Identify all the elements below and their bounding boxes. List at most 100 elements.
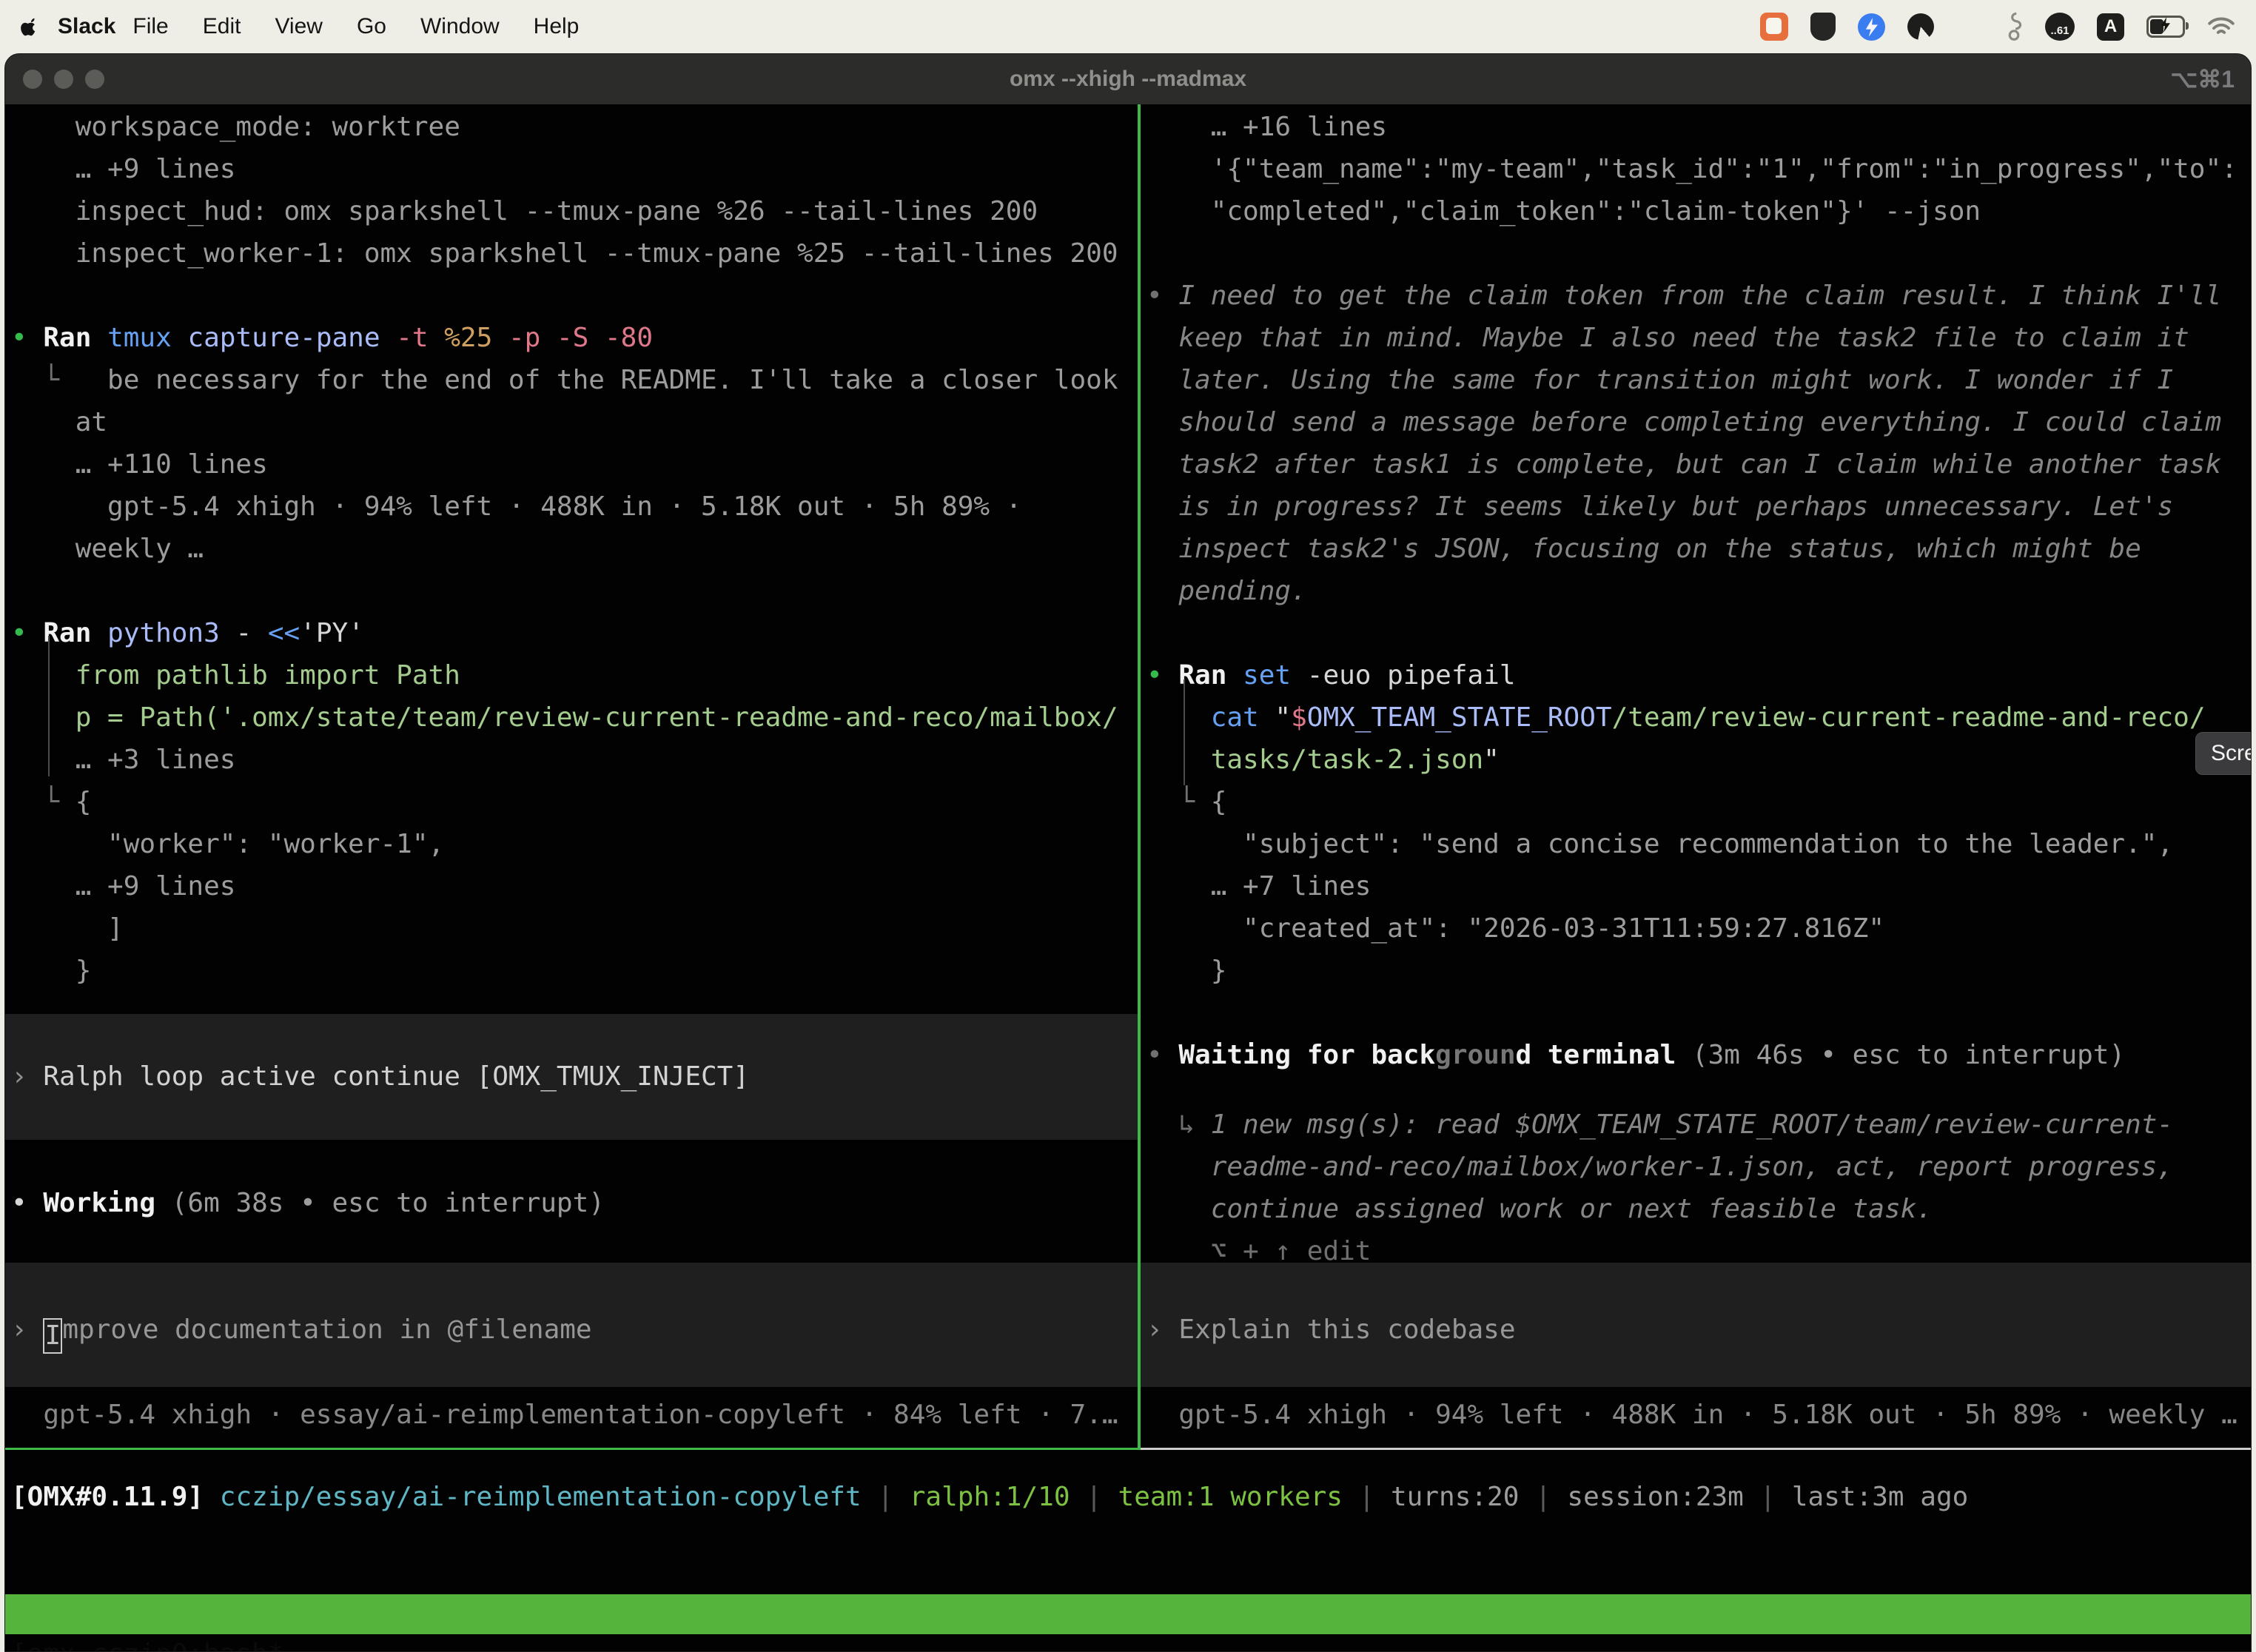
menubar-status-icons: ..61 A	[1760, 11, 2235, 42]
terminal-line: ↳ 1 new msg(s): read $OMX_TEAM_STATE_ROO…	[1147, 1104, 2251, 1146]
letter-a-label: A	[2104, 16, 2117, 37]
macos-menu-bar: Slack File Edit View Go Window Help ..61 A	[0, 0, 2256, 53]
terminal-line: weekly …	[11, 528, 1138, 570]
terminal-line: • Ran tmux capture-pane -t %25 -p -S -80	[11, 317, 1138, 359]
active-pane-border	[5, 1448, 1141, 1450]
terminal-line: "completed","claim_token":"claim-token"}…	[1147, 190, 2251, 232]
prompt-input-right-line[interactable]: › Explain this codebase	[1141, 1309, 2251, 1351]
terminal-line: tasks/task-2.json"	[1147, 739, 2251, 781]
terminal-line: later. Using the same for transition mig…	[1147, 359, 2251, 401]
terminal-line: task2 after task1 is complete, but can I…	[1147, 443, 2251, 486]
pie-icon[interactable]	[1907, 13, 1934, 40]
terminal-line: … +9 lines	[11, 148, 1138, 190]
omx-status-bar: [OMX#0.11.9] cczip/essay/ai-reimplementa…	[5, 1476, 2251, 1518]
tmux-status-bar: [omx-cczip0:bash* "MacBook-Pro-44.local"…	[5, 1594, 2251, 1634]
prompt-input-right[interactable]: › Explain this codebase	[1141, 1263, 2251, 1387]
mailbox-message-block: ↳ 1 new msg(s): read $OMX_TEAM_STATE_ROO…	[1141, 1104, 2251, 1272]
ralph-loop-banner-line: › Ralph loop active continue [OMX_TMUX_I…	[5, 1055, 1138, 1098]
ralph-loop-banner-text: Ralph loop active continue [OMX_TMUX_INJ…	[43, 1061, 749, 1092]
hook-icon[interactable]	[2004, 11, 2023, 42]
terminal-line: inspect_hud: omx sparkshell --tmux-pane …	[11, 190, 1138, 232]
terminal-line: gpt-5.4 xhigh · 94% left · 488K in · 5.1…	[11, 486, 1138, 528]
command-output-connector	[48, 636, 50, 776]
blue-bolt-icon[interactable]	[1858, 13, 1885, 41]
command-output-connector	[1184, 679, 1185, 785]
terminal-line: … +16 lines	[1147, 106, 2251, 148]
badge-61-icon[interactable]: ..61	[2045, 13, 2075, 41]
terminal-line: inspect task2's JSON, focusing on the st…	[1147, 528, 2251, 570]
shield-grid-icon[interactable]	[1810, 13, 1836, 41]
terminal-line: ]	[11, 907, 1138, 950]
terminal-line: workspace_mode: worktree	[11, 106, 1138, 148]
window-shortcut: ⌥⌘1	[2170, 54, 2235, 104]
menu-item[interactable]: File	[132, 14, 168, 39]
terminal-line	[1147, 232, 2251, 275]
menu-item[interactable]: Help	[534, 14, 580, 39]
terminal-line: inspect_worker-1: omx sparkshell --tmux-…	[11, 232, 1138, 275]
chat-bubble-shape	[1766, 18, 1782, 34]
terminal-line: … +3 lines	[11, 739, 1138, 781]
prompt-placeholder-text: Explain this codebase	[1178, 1314, 1515, 1345]
terminal-line: … +9 lines	[11, 865, 1138, 907]
battery-nub	[2186, 22, 2189, 30]
terminal-line: └ be necessary for the end of the README…	[11, 359, 1138, 401]
terminal-line: p = Path('.omx/state/team/review-current…	[11, 696, 1138, 739]
prompt-placeholder-text: mprove documentation in @filename	[62, 1314, 591, 1345]
terminal-line: continue assigned work or next feasible …	[1147, 1188, 2251, 1230]
apple-menu-icon[interactable]	[21, 16, 41, 38]
letter-a-icon[interactable]: A	[2097, 13, 2124, 41]
terminal-line: keep that in mind. Maybe I also need the…	[1147, 317, 2251, 359]
terminal-line: }	[1147, 950, 2251, 992]
text-cursor: I	[43, 1318, 62, 1354]
active-app-name[interactable]: Slack	[58, 14, 115, 39]
session-status-right: gpt-5.4 xhigh · 94% left · 488K in · 5.1…	[1141, 1394, 2251, 1436]
terminal-line: at	[11, 401, 1138, 443]
terminal-line: … +7 lines	[1147, 865, 2251, 907]
badge-61-label: ..61	[2050, 24, 2069, 37]
window-title: omx --xhigh --madmax	[5, 54, 2251, 104]
menu-item[interactable]: Go	[357, 14, 386, 39]
terminal-line: "created_at": "2026-03-31T11:59:27.816Z"	[1147, 907, 2251, 950]
left-pane-output: workspace_mode: worktree … +9 lines insp…	[5, 104, 1138, 992]
session-status-left: gpt-5.4 xhigh · essay/ai-reimplementatio…	[5, 1394, 1138, 1436]
terminal-line: • Ran set -euo pipefail	[1147, 654, 2251, 696]
left-pane[interactable]: workspace_mode: worktree … +9 lines insp…	[5, 104, 1138, 1651]
terminal-line: from pathlib import Path	[11, 654, 1138, 696]
terminal-line	[11, 275, 1138, 317]
chat-app-icon[interactable]	[1760, 13, 1788, 41]
terminal-line: └ {	[1147, 781, 2251, 823]
terminal-line: … +110 lines	[11, 443, 1138, 486]
terminal-line: should send a message before completing …	[1147, 401, 2251, 443]
ralph-loop-banner: › Ralph loop active continue [OMX_TMUX_I…	[5, 1014, 1138, 1140]
terminal-line: cat "$OMX_TEAM_STATE_ROOT/team/review-cu…	[1147, 696, 2251, 739]
inactive-pane-border	[1141, 1448, 2251, 1450]
battery-icon[interactable]	[2146, 16, 2185, 38]
terminal-line: • Waiting for background terminal (3m 46…	[1147, 1034, 2251, 1076]
prompt-input-left[interactable]: › Improve documentation in @filename	[5, 1263, 1138, 1387]
tmux-session-label: [omx-cczip0:bash*	[11, 1634, 283, 1652]
menu-item[interactable]: Edit	[203, 14, 241, 39]
terminal-line: • I need to get the claim token from the…	[1147, 275, 2251, 317]
terminal-line	[1147, 612, 2251, 654]
terminal-line	[1147, 992, 2251, 1034]
menu-items: File Edit View Go Window Help	[132, 14, 579, 39]
prompt-input-left-line[interactable]: › Improve documentation in @filename	[5, 1309, 1138, 1351]
menu-item[interactable]: View	[275, 14, 322, 39]
terminal-line: '{"team_name":"my-team","task_id":"1","f…	[1147, 148, 2251, 190]
window-titlebar[interactable]: omx --xhigh --madmax ⌥⌘1	[5, 54, 2251, 104]
terminal-line: pending.	[1147, 570, 2251, 612]
right-pane[interactable]: … +16 lines '{"team_name":"my-team","tas…	[1141, 104, 2251, 1651]
terminal-line	[11, 570, 1138, 612]
terminal-window: omx --xhigh --madmax ⌥⌘1 workspace_mode:…	[4, 53, 2252, 1652]
dots-grid-icon[interactable]	[1956, 14, 1981, 39]
terminal-line: "worker": "worker-1",	[11, 823, 1138, 865]
terminal-line: • Ran python3 - <<'PY'	[11, 612, 1138, 654]
right-pane-output: … +16 lines '{"team_name":"my-team","tas…	[1141, 104, 2251, 1076]
wifi-icon[interactable]	[2207, 16, 2235, 38]
terminal-content: workspace_mode: worktree … +9 lines insp…	[5, 104, 2251, 1651]
terminal-line: is in progress? It seems likely but perh…	[1147, 486, 2251, 528]
working-status-line: • Working (6m 38s • esc to interrupt)	[5, 1182, 1138, 1224]
menu-item[interactable]: Window	[420, 14, 500, 39]
screen-tooltip: Scre	[2195, 732, 2252, 775]
terminal-line: └ {	[11, 781, 1138, 823]
